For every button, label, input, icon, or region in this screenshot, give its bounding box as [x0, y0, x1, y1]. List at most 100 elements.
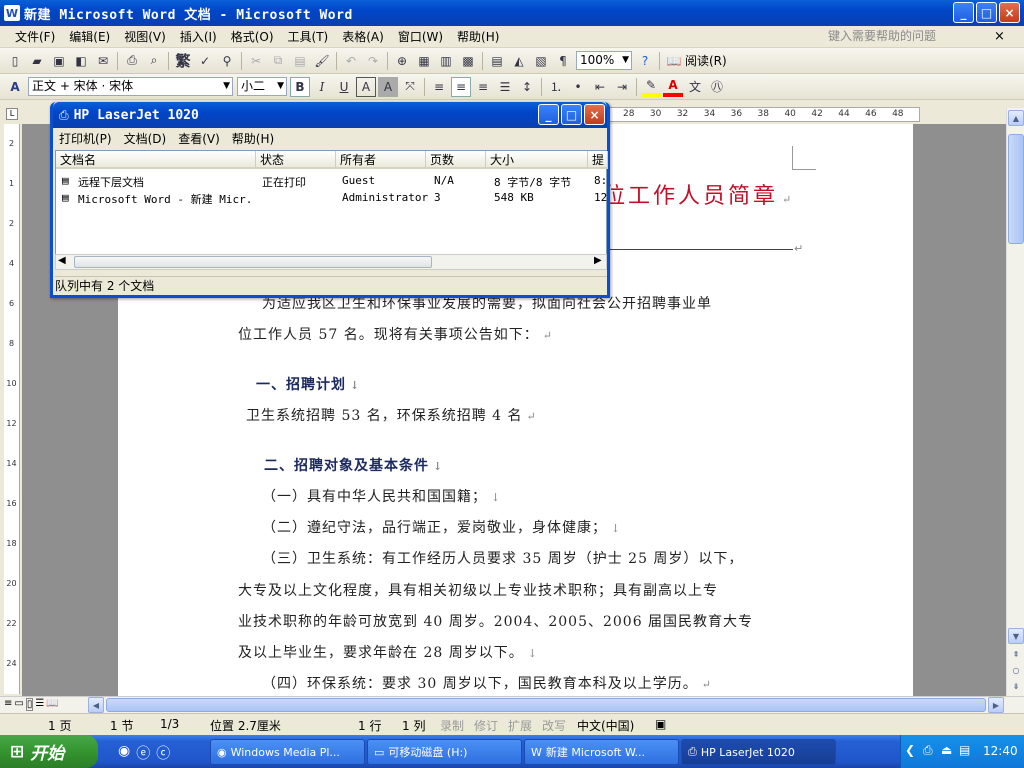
tray-printer-icon[interactable]: ⎙ — [923, 743, 933, 758]
decrease-indent-icon[interactable]: ⇤ — [590, 77, 610, 97]
print-icon[interactable]: ⎙ — [122, 51, 142, 71]
column-pages[interactable]: 页数 — [426, 151, 486, 169]
scroll-up-icon[interactable]: ▲ — [1008, 110, 1024, 126]
menu-window[interactable]: 窗口(W) — [391, 27, 450, 47]
line-spacing-icon[interactable]: ↕ — [517, 77, 537, 97]
email-icon[interactable]: ✉ — [93, 51, 113, 71]
dialog-hscroll-thumb[interactable] — [74, 256, 432, 268]
web-view-icon[interactable]: ▭ — [14, 698, 23, 711]
phonetic-guide-icon[interactable]: 文 — [685, 77, 705, 97]
font-size-select[interactable]: 小二 ▼ — [237, 77, 287, 96]
scroll-left-icon[interactable]: ◀ — [58, 255, 66, 266]
clock[interactable]: 12:40 — [983, 744, 1018, 758]
tray-network-icon[interactable]: ▤ — [959, 743, 970, 757]
dialog-menu-view[interactable]: 查看(V) — [172, 130, 226, 147]
bullets-icon[interactable]: • — [568, 77, 588, 97]
read-mode-icon[interactable]: 📖 — [664, 51, 684, 71]
start-button[interactable]: ⊞ 开始 — [0, 735, 98, 768]
vertical-ruler[interactable]: 2 1 2 4 6 8 10 12 14 16 18 20 22 24 — [4, 124, 20, 694]
menu-insert[interactable]: 插入(I) — [173, 27, 224, 47]
font-color-icon[interactable]: A — [663, 77, 683, 97]
read-mode-button[interactable]: 阅读(R) — [685, 52, 727, 69]
research-icon[interactable]: ⚲ — [217, 51, 237, 71]
distributed-icon[interactable]: ☰ — [495, 77, 515, 97]
tab-selector-icon[interactable]: L — [6, 108, 18, 120]
dialog-menu-help[interactable]: 帮助(H) — [226, 130, 280, 147]
dialog-maximize-button[interactable]: □ — [561, 104, 582, 125]
hyperlink-icon[interactable]: ⊕ — [392, 51, 412, 71]
table-row[interactable]: ▤ 远程下层文档 正在打印 Guest N/A 8 字节/8 字节 8: — [56, 173, 608, 189]
bold-button[interactable]: B — [290, 76, 310, 97]
italic-button[interactable]: I — [312, 77, 332, 97]
scroll-down-icon[interactable]: ▼ — [1008, 628, 1024, 644]
task-media-player[interactable]: ◉ Windows Media Pl... — [210, 739, 365, 765]
justify-icon[interactable]: ≡ — [429, 77, 449, 97]
show-hide-icon[interactable]: ¶ — [553, 51, 573, 71]
status-track-changes[interactable]: 修订 — [474, 717, 498, 734]
next-page-icon[interactable]: ⇟ — [1008, 678, 1024, 694]
previous-page-icon[interactable]: ⇞ — [1008, 646, 1024, 662]
document-map-icon[interactable]: ▧ — [531, 51, 551, 71]
menu-table[interactable]: 表格(A) — [335, 27, 391, 47]
normal-view-icon[interactable]: ≡ — [4, 698, 12, 711]
print-preview-icon[interactable]: ⌕ — [144, 51, 164, 71]
cut-icon[interactable]: ✂ — [246, 51, 266, 71]
zoom-select[interactable]: 100% ▼ — [576, 51, 632, 70]
scroll-thumb[interactable] — [1008, 134, 1024, 244]
format-painter-icon[interactable]: 🖌 — [312, 51, 332, 71]
dialog-menu-document[interactable]: 文档(D) — [118, 130, 173, 147]
tray-safely-remove-icon[interactable]: ⏏ — [941, 743, 952, 757]
dialog-horizontal-scrollbar[interactable]: ◀ ▶ — [55, 254, 607, 270]
reading-view-icon[interactable]: 📖 — [46, 698, 58, 711]
print-view-icon[interactable]: ▯ — [25, 698, 34, 711]
column-submitted[interactable]: 提 — [588, 151, 608, 169]
style-select[interactable]: 正文 + 宋体 · 宋体 ▼ — [28, 77, 233, 96]
char-shading-icon[interactable]: A — [378, 76, 398, 97]
menu-help[interactable]: 帮助(H) — [450, 27, 506, 47]
vertical-scrollbar[interactable]: ▲ ▼ ⇞ ○ ⇟ — [1006, 108, 1024, 696]
styles-pane-icon[interactable]: A — [5, 77, 25, 97]
dialog-menu-printer[interactable]: 打印机(P) — [53, 130, 118, 147]
enclose-char-icon[interactable]: ㊇ — [707, 77, 727, 97]
dialog-minimize-button[interactable]: _ — [538, 104, 559, 125]
help-search-input[interactable]: 键入需要帮助的问题 — [828, 27, 1008, 45]
insert-table-icon[interactable]: ▥ — [436, 51, 456, 71]
columns-icon[interactable]: ▤ — [487, 51, 507, 71]
tray-expand-icon[interactable]: ❮ — [905, 743, 915, 757]
table-row[interactable]: ▤ Microsoft Word - 新建 Micr... Administra… — [56, 190, 608, 206]
open-folder-icon[interactable]: ▰ — [27, 51, 47, 71]
underline-button[interactable]: U — [334, 77, 354, 97]
close-button[interactable]: × — [999, 2, 1020, 23]
status-record[interactable]: 录制 — [440, 717, 464, 734]
status-extend[interactable]: 扩展 — [508, 717, 532, 734]
new-document-icon[interactable]: ▯ — [5, 51, 25, 71]
help-icon[interactable]: ? — [635, 51, 655, 71]
select-browse-object-icon[interactable]: ○ — [1008, 662, 1024, 678]
insert-excel-icon[interactable]: ▩ — [458, 51, 478, 71]
highlight-icon[interactable]: ✎ — [641, 77, 661, 97]
undo-icon[interactable]: ↶ — [341, 51, 361, 71]
align-center-icon[interactable]: ≡ — [451, 76, 471, 97]
ie-quick-icon[interactable]: ⓔ — [136, 743, 150, 763]
numbering-icon[interactable]: ⒈ — [546, 77, 566, 97]
browser-quick-icon[interactable]: ⓒ — [156, 743, 170, 763]
menu-view[interactable]: 视图(V) — [117, 27, 173, 47]
redo-icon[interactable]: ↷ — [363, 51, 383, 71]
copy-icon[interactable]: ⧉ — [268, 51, 288, 71]
permission-icon[interactable]: ◧ — [71, 51, 91, 71]
column-size[interactable]: 大小 — [486, 151, 588, 169]
media-player-quick-icon[interactable]: ◉ — [118, 743, 130, 763]
drawing-icon[interactable]: ◭ — [509, 51, 529, 71]
char-scale-icon[interactable]: ⤧ — [400, 77, 420, 97]
spelling-status-icon[interactable]: ▣ — [655, 717, 666, 731]
align-right-icon[interactable]: ≡ — [473, 77, 493, 97]
menu-file[interactable]: 文件(F) — [8, 27, 62, 47]
hscroll-thumb[interactable] — [106, 698, 986, 712]
scroll-right-icon[interactable]: ▶ — [594, 255, 602, 266]
outline-view-icon[interactable]: ☰ — [35, 698, 44, 711]
paste-icon[interactable]: ▤ — [290, 51, 310, 71]
maximize-button[interactable]: □ — [976, 2, 997, 23]
column-status[interactable]: 状态 — [256, 151, 336, 169]
menu-format[interactable]: 格式(O) — [224, 27, 281, 47]
dialog-close-button[interactable]: × — [584, 104, 605, 125]
